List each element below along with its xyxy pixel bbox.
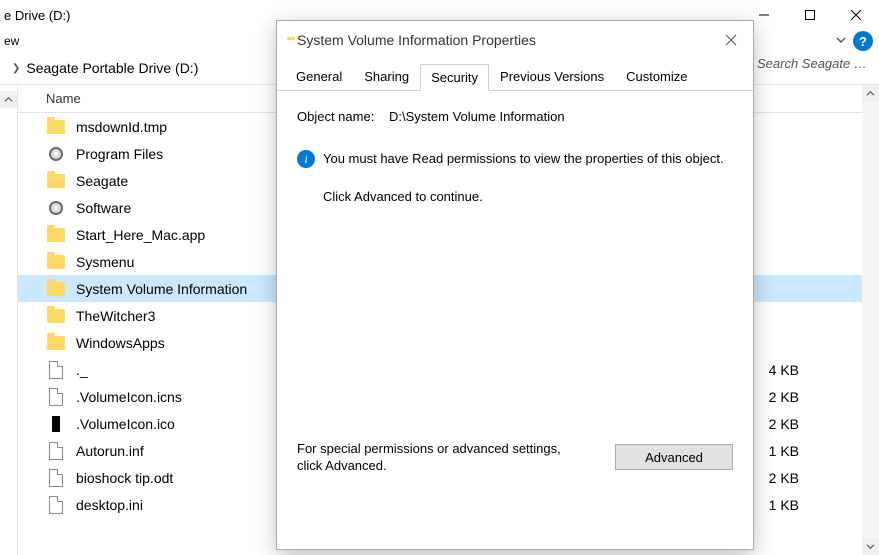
size-cell: 4 KB [769,356,799,383]
scroll-down-icon[interactable] [862,538,879,555]
item-name: .VolumeIcon.ico [76,416,175,432]
folder-icon [46,252,66,272]
item-name: msdownId.tmp [76,119,167,135]
item-name: System Volume Information [76,281,247,297]
close-button[interactable] [833,0,879,30]
item-name: .VolumeIcon.icns [76,389,182,405]
item-name: WindowsApps [76,335,165,351]
tab-sharing[interactable]: Sharing [353,63,420,90]
file-icon [46,441,66,461]
cd-icon [46,144,66,164]
maximize-button[interactable] [787,0,833,30]
folder-icon [46,333,66,353]
black-icon [46,414,66,434]
tab-previous-versions[interactable]: Previous Versions [489,63,615,90]
tab-customize[interactable]: Customize [615,63,698,90]
item-name: TheWitcher3 [76,308,155,324]
advanced-button[interactable]: Advanced [615,444,733,470]
item-name: Start_Here_Mac.app [76,227,205,243]
breadcrumb[interactable]: Seagate Portable Drive (D:) [26,60,198,76]
object-name-label: Object name: [297,109,389,124]
scrollbar[interactable] [862,85,879,555]
item-name: Autorun.inf [76,443,144,459]
folder-icon [46,279,66,299]
tab-general[interactable]: General [285,63,353,90]
object-name-value: D:\System Volume Information [389,109,565,124]
file-icon [46,468,66,488]
breadcrumb-chevron-icon[interactable]: ❯ [6,63,26,74]
help-icon[interactable]: ? [853,31,873,51]
dialog-close-button[interactable] [709,21,753,59]
dialog-tabs: GeneralSharingSecurityPrevious VersionsC… [277,59,753,91]
nav-scroll-up-icon[interactable] [0,91,17,108]
item-name: Program Files [76,146,163,162]
size-cell: 2 KB [769,383,799,410]
item-name: bioshock tip.odt [76,470,173,486]
file-icon [46,360,66,380]
search-input[interactable]: Search Seagate Po... [753,56,873,80]
item-name: Sysmenu [76,254,134,270]
properties-dialog: System Volume Information Properties Gen… [276,20,754,550]
cd-icon [46,198,66,218]
dialog-body: Object name: D:\System Volume Informatio… [277,91,753,489]
size-cell: 2 KB [769,464,799,491]
size-cell: 1 KB [769,437,799,464]
folder-icon [46,306,66,326]
size-cell: 2 KB [769,410,799,437]
file-icon [46,495,66,515]
folder-icon [46,171,66,191]
size-cell: 1 KB [769,491,799,518]
window-title: e Drive (D:) [0,8,70,23]
scroll-up-icon[interactable] [862,85,879,102]
item-name: ._ [76,362,88,378]
advanced-hint-text: Click Advanced to continue. [323,188,483,206]
tab-security[interactable]: Security [420,64,489,91]
item-name: Seagate [76,173,128,189]
folder-icon [46,225,66,245]
chevron-down-icon[interactable] [835,34,847,49]
nav-pane [0,85,18,555]
ribbon-tab[interactable]: ew [4,34,19,48]
file-icon [46,387,66,407]
footer-text: For special permissions or advanced sett… [297,440,567,475]
info-icon: i [297,150,315,168]
folder-icon [46,117,66,137]
dialog-title: System Volume Information Properties [297,32,536,48]
item-name: desktop.ini [76,497,143,513]
dialog-titlebar: System Volume Information Properties [277,21,753,59]
permissions-info-text: You must have Read permissions to view t… [323,150,724,168]
item-name: Software [76,200,131,216]
